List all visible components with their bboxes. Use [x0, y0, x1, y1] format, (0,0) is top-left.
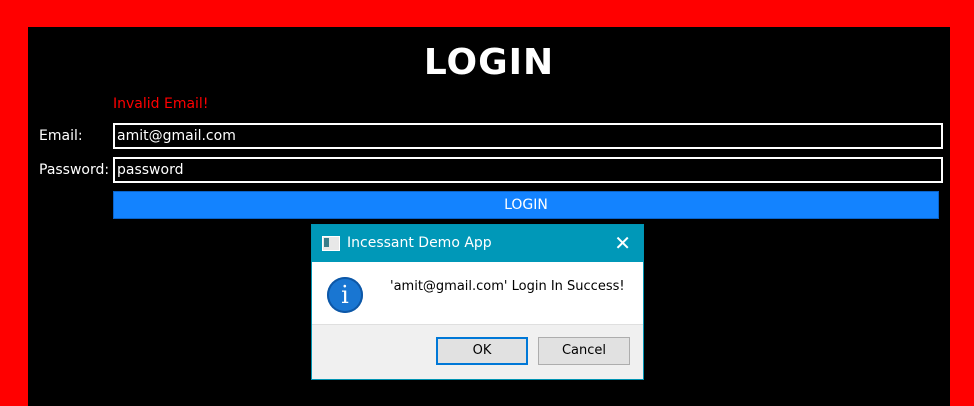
- login-button[interactable]: LOGIN: [113, 191, 939, 219]
- close-icon[interactable]: ✕: [614, 231, 631, 255]
- app-window-icon: [322, 236, 340, 251]
- cancel-button[interactable]: Cancel: [538, 337, 630, 365]
- ok-button[interactable]: OK: [436, 337, 528, 365]
- error-message: Invalid Email!: [113, 96, 209, 112]
- dialog-body: i 'amit@gmail.com' Login In Success!: [312, 262, 643, 325]
- password-field[interactable]: [113, 157, 943, 183]
- email-field[interactable]: [113, 123, 943, 149]
- dialog-message: 'amit@gmail.com' Login In Success!: [390, 279, 625, 294]
- email-label: Email:: [39, 128, 83, 144]
- message-dialog: Incessant Demo App ✕ i 'amit@gmail.com' …: [311, 224, 644, 380]
- password-label: Password:: [39, 162, 110, 178]
- dialog-title: Incessant Demo App: [347, 235, 492, 251]
- dialog-titlebar: Incessant Demo App ✕: [312, 225, 643, 262]
- page-title: LOGIN: [423, 42, 555, 83]
- info-icon: i: [327, 277, 363, 313]
